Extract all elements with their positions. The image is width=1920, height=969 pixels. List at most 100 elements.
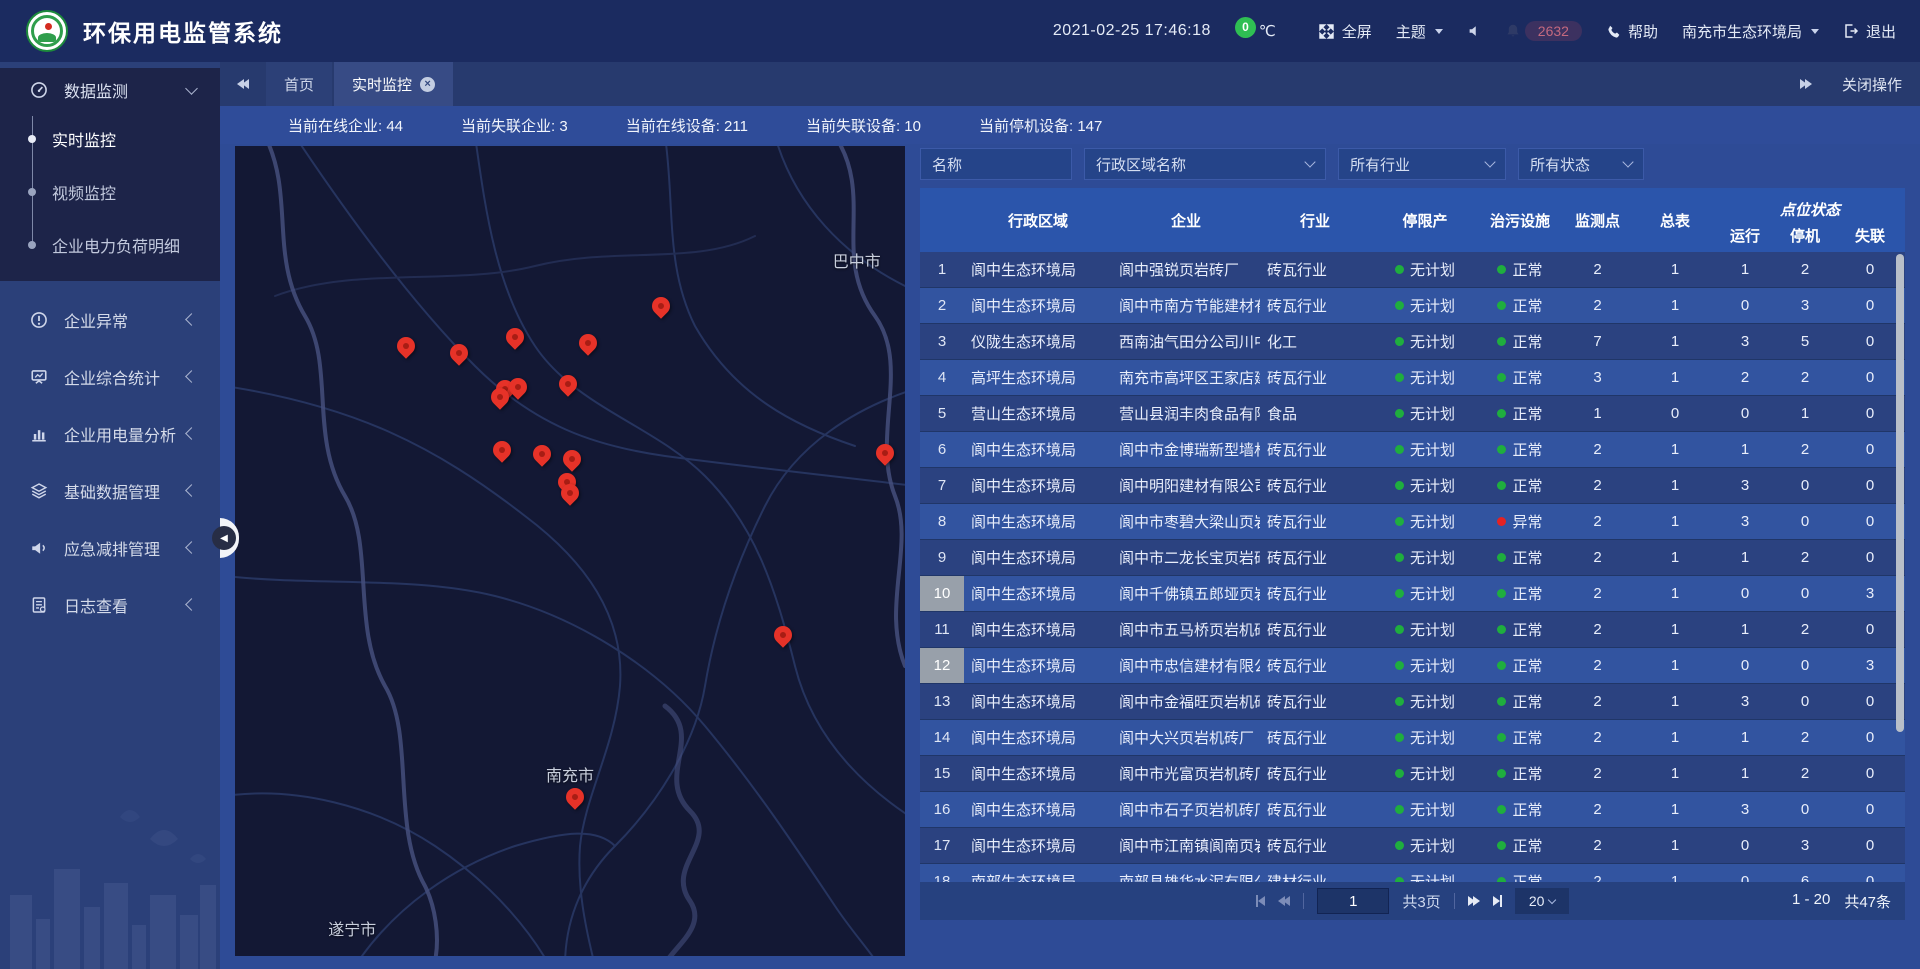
status-dot-icon bbox=[1497, 373, 1506, 382]
table-cell: 砖瓦行业 bbox=[1260, 432, 1370, 467]
table-row[interactable]: 17阆中生态环境局阆中市江南镇阆南页岩砖瓦行业无计划正常21030 bbox=[920, 828, 1905, 864]
sidebar-item-realtime-monitoring[interactable]: 实时监控 bbox=[0, 112, 220, 165]
sidebar-group-data-monitoring: 数据监测 实时监控 视频监控 企业电力负荷明细 bbox=[0, 68, 220, 281]
status-cell: 无计划 bbox=[1370, 288, 1480, 323]
first-page-button[interactable] bbox=[1256, 895, 1266, 907]
tab-realtime-monitoring[interactable]: 实时监控 × bbox=[334, 62, 453, 106]
table-row[interactable]: 18南部生态环境局南部县雄华水泥有限公建材行业无计划正常21060 bbox=[920, 864, 1905, 882]
table-cell: 15 bbox=[920, 756, 964, 791]
sidebar-item-log-view[interactable]: 日志查看 bbox=[0, 576, 220, 633]
table-row[interactable]: 1阆中生态环境局阆中强锐页岩砖厂砖瓦行业无计划正常21120 bbox=[920, 252, 1905, 288]
table-cell: 0 bbox=[1835, 792, 1905, 827]
page-input[interactable]: 1 bbox=[1317, 888, 1389, 914]
name-filter-input[interactable]: 名称 bbox=[920, 148, 1072, 180]
theme-dropdown[interactable]: 主题 bbox=[1396, 21, 1443, 42]
status-filter-select[interactable]: 所有状态 bbox=[1518, 148, 1644, 180]
notifications[interactable]: 2632 bbox=[1505, 21, 1582, 41]
table-row[interactable]: 7阆中生态环境局阆中明阳建材有限公司砖瓦行业无计划正常21300 bbox=[920, 468, 1905, 504]
table-row[interactable]: 14阆中生态环境局阆中大兴页岩机砖厂砖瓦行业无计划正常21120 bbox=[920, 720, 1905, 756]
status-dot-icon bbox=[1395, 517, 1404, 526]
prev-page-button[interactable] bbox=[1278, 896, 1290, 906]
table-cell: 1 bbox=[920, 252, 964, 287]
industry-filter-select[interactable]: 所有行业 bbox=[1338, 148, 1506, 180]
notification-count-badge: 2632 bbox=[1525, 21, 1582, 41]
table-cell: 2 bbox=[1560, 792, 1635, 827]
fullscreen-icon bbox=[1318, 23, 1335, 40]
sidebar-item-emergency-reduction[interactable]: 应急减排管理 bbox=[0, 519, 220, 576]
sidebar-item-power-load-detail[interactable]: 企业电力负荷明细 bbox=[0, 218, 220, 271]
close-operations-button[interactable]: 关闭操作 bbox=[1842, 74, 1902, 95]
sound-mute-button[interactable] bbox=[1467, 24, 1481, 38]
status-cell: 无计划 bbox=[1370, 720, 1480, 755]
table-cell: 阆中市金博瑞新型墙材 bbox=[1112, 432, 1260, 467]
table-row[interactable]: 15阆中生态环境局阆中市光富页岩机砖厂砖瓦行业无计划正常21120 bbox=[920, 756, 1905, 792]
table-row[interactable]: 3仪陇生态环境局西南油气田分公司川中化工无计划正常71350 bbox=[920, 324, 1905, 360]
close-tab-icon[interactable]: × bbox=[420, 77, 435, 92]
table-cell: 5 bbox=[1775, 324, 1835, 359]
org-dropdown[interactable]: 南充市生态环境局 bbox=[1682, 21, 1819, 42]
status-cell: 正常 bbox=[1480, 468, 1560, 503]
help-button[interactable]: 帮助 bbox=[1606, 21, 1658, 42]
status-dot-icon bbox=[1497, 625, 1506, 634]
next-page-button[interactable] bbox=[1468, 896, 1480, 906]
tabs-scroll-left-button[interactable] bbox=[220, 62, 266, 106]
status-cell: 正常 bbox=[1480, 864, 1560, 882]
map-pane[interactable]: 巴中市南充市遂宁市 bbox=[235, 146, 905, 956]
fullscreen-button[interactable]: 全屏 bbox=[1318, 21, 1372, 42]
table-cell: 砖瓦行业 bbox=[1260, 504, 1370, 539]
table-row[interactable]: 13阆中生态环境局阆中市金福旺页岩机砖砖瓦行业无计划正常21300 bbox=[920, 684, 1905, 720]
status-cell: 无计划 bbox=[1370, 468, 1480, 503]
table-scrollbar[interactable] bbox=[1896, 254, 1904, 732]
app-logo-icon bbox=[26, 10, 68, 52]
tab-home[interactable]: 首页 bbox=[266, 62, 332, 106]
table-cell: 1 bbox=[1635, 576, 1715, 611]
table-row[interactable]: 8阆中生态环境局阆中市枣碧大梁山页岩砖瓦行业无计划异常21300 bbox=[920, 504, 1905, 540]
table-cell: 0 bbox=[1835, 324, 1905, 359]
table-row[interactable]: 6阆中生态环境局阆中市金博瑞新型墙材砖瓦行业无计划正常21120 bbox=[920, 432, 1905, 468]
sidebar: 数据监测 实时监控 视频监控 企业电力负荷明细 bbox=[0, 62, 220, 969]
table-cell: 0 bbox=[1775, 504, 1835, 539]
tabs-scroll-right-button[interactable] bbox=[1800, 79, 1812, 89]
table-row[interactable]: 10阆中生态环境局阆中千佛镇五郎垭页岩砖瓦行业无计划正常21003 bbox=[920, 576, 1905, 612]
status-dot-icon bbox=[1395, 661, 1404, 670]
status-dot-icon bbox=[1395, 301, 1404, 310]
table-row[interactable]: 16阆中生态环境局阆中市石子页岩机砖厂砖瓦行业无计划正常21300 bbox=[920, 792, 1905, 828]
table-row[interactable]: 9阆中生态环境局阆中市二龙长宝页岩砖砖瓦行业无计划正常21120 bbox=[920, 540, 1905, 576]
sidebar-item-base-data[interactable]: 基础数据管理 bbox=[0, 462, 220, 519]
sidebar-item-power-analysis[interactable]: 企业用电量分析 bbox=[0, 405, 220, 462]
table-cell: 3 bbox=[1775, 828, 1835, 863]
table-cell: 17 bbox=[920, 828, 964, 863]
sidebar-item-data-monitoring[interactable]: 数据监测 bbox=[0, 68, 220, 112]
table-row[interactable]: 12阆中生态环境局阆中市忠信建材有限公砖瓦行业无计划正常21003 bbox=[920, 648, 1905, 684]
table-row[interactable]: 2阆中生态环境局阆中市南方节能建材有砖瓦行业无计划正常21030 bbox=[920, 288, 1905, 324]
table-cell: 1 bbox=[1635, 324, 1715, 359]
temperature-badge: 0 bbox=[1235, 17, 1256, 38]
status-cell: 无计划 bbox=[1370, 792, 1480, 827]
region-filter-select[interactable]: 行政区域名称 bbox=[1084, 148, 1326, 180]
table-cell: 10 bbox=[920, 576, 964, 611]
table-row[interactable]: 11阆中生态环境局阆中市五马桥页岩机砖砖瓦行业无计划正常21120 bbox=[920, 612, 1905, 648]
sidebar-item-enterprise-abnormal[interactable]: 企业异常 bbox=[0, 291, 220, 348]
table-row[interactable]: 4高坪生态环境局南充市高坪区王家店建砖瓦行业无计划正常31220 bbox=[920, 360, 1905, 396]
table-cell: 砖瓦行业 bbox=[1260, 468, 1370, 503]
table-cell: 2 bbox=[1560, 864, 1635, 882]
last-page-button[interactable] bbox=[1493, 895, 1503, 907]
table-row[interactable]: 5营山生态环境局营山县润丰肉食品有限食品无计划正常10010 bbox=[920, 396, 1905, 432]
table-cell: 0 bbox=[1835, 468, 1905, 503]
sidebar-item-enterprise-statistics[interactable]: 企业综合统计 bbox=[0, 348, 220, 405]
status-dot-icon bbox=[1497, 337, 1506, 346]
page-size-select[interactable]: 20 bbox=[1515, 888, 1569, 914]
logout-button[interactable]: 退出 bbox=[1843, 21, 1896, 42]
status-cell: 正常 bbox=[1480, 432, 1560, 467]
sidebar-item-video-monitoring[interactable]: 视频监控 bbox=[0, 165, 220, 218]
table-cell: 3 bbox=[1560, 360, 1635, 395]
table-cell: 阆中市忠信建材有限公 bbox=[1112, 648, 1260, 683]
table-cell: 0 bbox=[1775, 468, 1835, 503]
datetime: 2021-02-25 17:46:18 bbox=[1053, 22, 1211, 40]
table-cell: 2 bbox=[1775, 432, 1835, 467]
status-dot-icon bbox=[1497, 265, 1506, 274]
status-cell: 正常 bbox=[1480, 612, 1560, 647]
table-cell: 3 bbox=[1715, 792, 1775, 827]
pagination-range: 1 - 20 共47条 bbox=[1792, 891, 1891, 912]
table-cell: 2 bbox=[1775, 360, 1835, 395]
